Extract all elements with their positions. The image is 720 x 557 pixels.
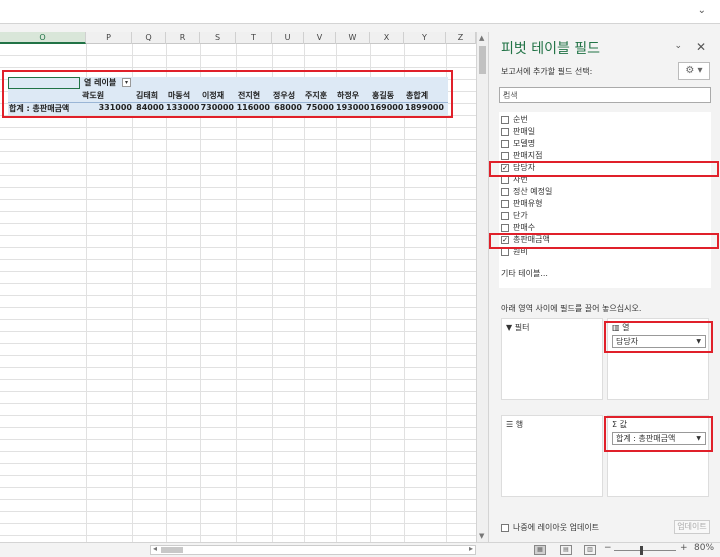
column-header-bar: O P Q R S T U V W X Y Z: [0, 32, 476, 44]
worksheet[interactable]: O P Q R S T U V W X Y Z 열 레이블 ▾ 곽도원 김태희 …: [0, 32, 488, 542]
update-button[interactable]: 업데이트: [674, 520, 710, 534]
field-search-input[interactable]: 검색 ⌕: [499, 87, 711, 103]
checkbox-icon[interactable]: [501, 139, 509, 148]
search-icon: ⌕: [503, 89, 509, 99]
column-header-X[interactable]: X: [370, 32, 404, 44]
column-header-Y[interactable]: Y: [404, 32, 446, 44]
column-header-Z[interactable]: Z: [446, 32, 476, 44]
column-header-R[interactable]: R: [166, 32, 200, 44]
rows-area-title: ☰ 행: [506, 420, 524, 429]
panel-subtitle: 보고서에 추가할 필드 선택:: [501, 67, 593, 76]
checkbox-icon[interactable]: [501, 523, 509, 532]
top-bar: ⌄: [0, 0, 720, 24]
zoom-slider-thumb[interactable]: [640, 546, 643, 555]
zoom-out-icon[interactable]: −: [604, 543, 612, 553]
highlight-damdangja: [489, 161, 719, 177]
highlight-values-area: [604, 416, 713, 452]
checkbox-icon[interactable]: [501, 199, 509, 208]
checkbox-icon[interactable]: [501, 151, 509, 160]
panel-options-arrow-icon[interactable]: ⌄: [674, 41, 682, 51]
zoom-in-icon[interactable]: +: [680, 543, 688, 553]
highlight-columns-area: [604, 321, 713, 353]
vertical-scrollbar[interactable]: ▲ ▼: [476, 32, 488, 542]
close-icon[interactable]: ✕: [696, 40, 706, 54]
panel-title: 피벗 테이블 필드: [501, 41, 601, 57]
scroll-down-icon[interactable]: ▼: [479, 532, 484, 540]
field-item[interactable]: 단가: [501, 210, 528, 222]
normal-view-icon[interactable]: ▦: [534, 545, 546, 555]
column-header-V[interactable]: V: [304, 32, 336, 44]
field-item[interactable]: 순번: [501, 114, 528, 126]
column-header-U[interactable]: U: [272, 32, 304, 44]
horizontal-scrollbar[interactable]: ◂ ▸: [150, 544, 476, 555]
checkbox-icon[interactable]: [501, 187, 509, 196]
zoom-level[interactable]: 80%: [694, 543, 714, 553]
highlight-total-sales: [489, 233, 719, 249]
page-break-view-icon[interactable]: ▥: [584, 545, 596, 555]
defer-update-option[interactable]: 나중에 레이아웃 업데이트: [501, 522, 599, 533]
h-scroll-thumb[interactable]: [161, 547, 183, 553]
scroll-thumb[interactable]: [479, 46, 486, 74]
checkbox-icon[interactable]: [501, 211, 509, 220]
checkbox-icon[interactable]: [501, 223, 509, 232]
field-item[interactable]: 판매유형: [501, 198, 542, 210]
scroll-left-icon[interactable]: ◂: [153, 544, 157, 553]
drag-hint: 아래 영역 사이에 필드를 끌어 놓으십시오.: [501, 304, 642, 313]
ribbon-gap: [0, 24, 720, 32]
column-header-Q[interactable]: Q: [132, 32, 166, 44]
field-item[interactable]: 판매일: [501, 126, 535, 138]
checkbox-icon[interactable]: [501, 115, 509, 124]
scroll-right-icon[interactable]: ▸: [469, 544, 473, 553]
rows-area[interactable]: ☰ 행: [501, 415, 603, 497]
column-header-T[interactable]: T: [236, 32, 272, 44]
column-header-O[interactable]: O: [0, 32, 86, 44]
filter-area-title: ▼ 필터: [506, 323, 530, 332]
rows-icon: ☰: [506, 420, 516, 429]
column-header-S[interactable]: S: [200, 32, 236, 44]
collapse-ribbon-icon[interactable]: ⌄: [698, 5, 706, 16]
scroll-up-icon[interactable]: ▲: [479, 34, 484, 42]
filter-area[interactable]: ▼ 필터: [501, 318, 603, 400]
filter-icon: ▼: [506, 323, 515, 332]
field-item[interactable]: 정산 예정일: [501, 186, 552, 198]
page-layout-view-icon[interactable]: ▤: [560, 545, 572, 555]
field-item[interactable]: 모델명: [501, 138, 535, 150]
gear-icon[interactable]: ⚙ ▾: [678, 62, 710, 80]
pivot-highlight-box: [2, 70, 453, 118]
status-bar: ◂ ▸ ▦ ▤ ▥ − + 80%: [0, 542, 720, 557]
checkbox-icon[interactable]: [501, 127, 509, 136]
pivot-fields-panel: 피벗 테이블 필드 ⌄ ✕ 보고서에 추가할 필드 선택: ⚙ ▾ 검색 ⌕ 순…: [488, 32, 720, 542]
column-header-W[interactable]: W: [336, 32, 370, 44]
field-list: 순번 판매일 모델명 판매지점 ✓ 담당자 사번 정산 예정일 판매유형 단가 판…: [499, 112, 711, 288]
more-tables-link[interactable]: 기타 테이블...: [501, 268, 548, 279]
zoom-slider[interactable]: [614, 550, 676, 551]
column-header-P[interactable]: P: [86, 32, 132, 44]
